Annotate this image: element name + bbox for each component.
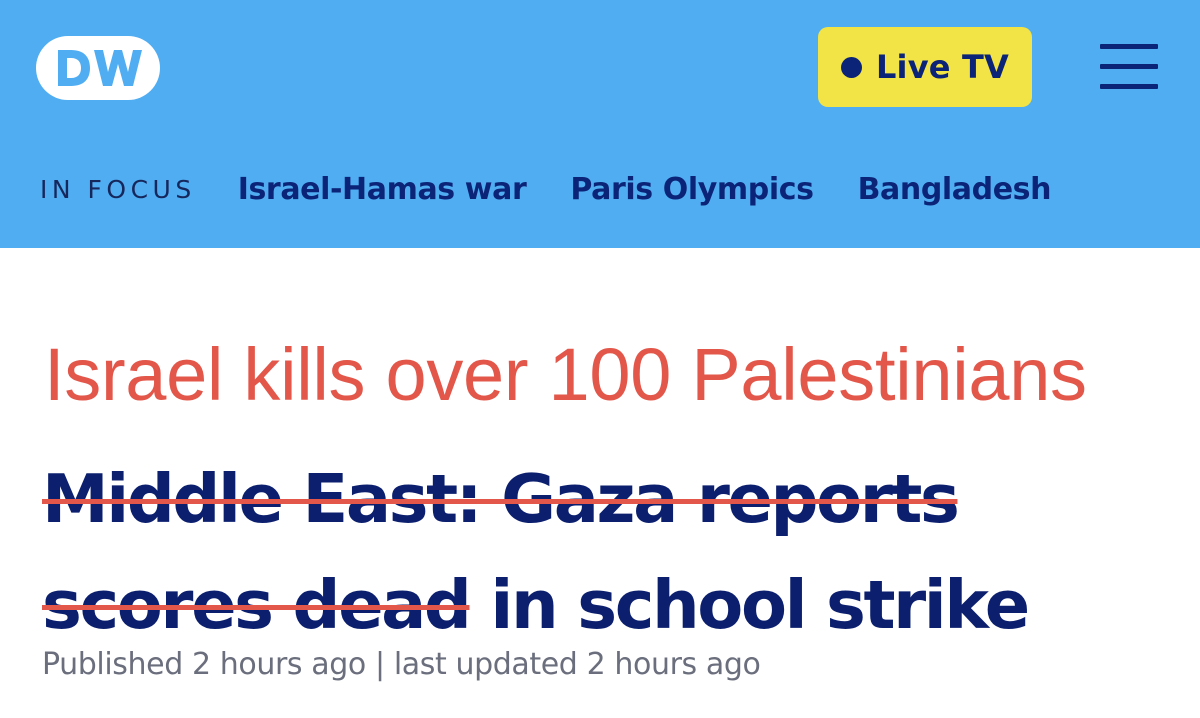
site-header: Live TV IN FOCUS Israel-Hamas war Paris … — [0, 0, 1200, 248]
live-tv-label: Live TV — [875, 48, 1010, 86]
focus-link-israel-hamas-war[interactable]: Israel-Hamas war — [238, 172, 527, 207]
menu-line — [1100, 64, 1158, 69]
live-dot-icon — [840, 56, 862, 78]
publish-timestamp: Published 2 hours ago | last updated 2 h… — [42, 647, 761, 682]
menu-line — [1100, 44, 1158, 49]
edited-headline-annotation: Israel kills over 100 Palestinians — [44, 333, 1087, 416]
live-tv-button[interactable]: Live TV — [818, 27, 1032, 107]
in-focus-label: IN FOCUS — [40, 174, 196, 204]
in-focus-bar: IN FOCUS Israel-Hamas war Paris Olympics… — [40, 164, 1051, 214]
hamburger-menu-icon[interactable] — [1100, 40, 1160, 92]
menu-line — [1100, 84, 1158, 89]
dw-logo-icon[interactable] — [36, 36, 160, 100]
headline-remaining-text: in school strike — [469, 566, 1030, 644]
focus-link-bangladesh[interactable]: Bangladesh — [858, 172, 1052, 207]
article-headline[interactable]: Middle East: Gaza reports scores dead in… — [42, 446, 1182, 658]
focus-link-paris-olympics[interactable]: Paris Olympics — [570, 172, 814, 207]
